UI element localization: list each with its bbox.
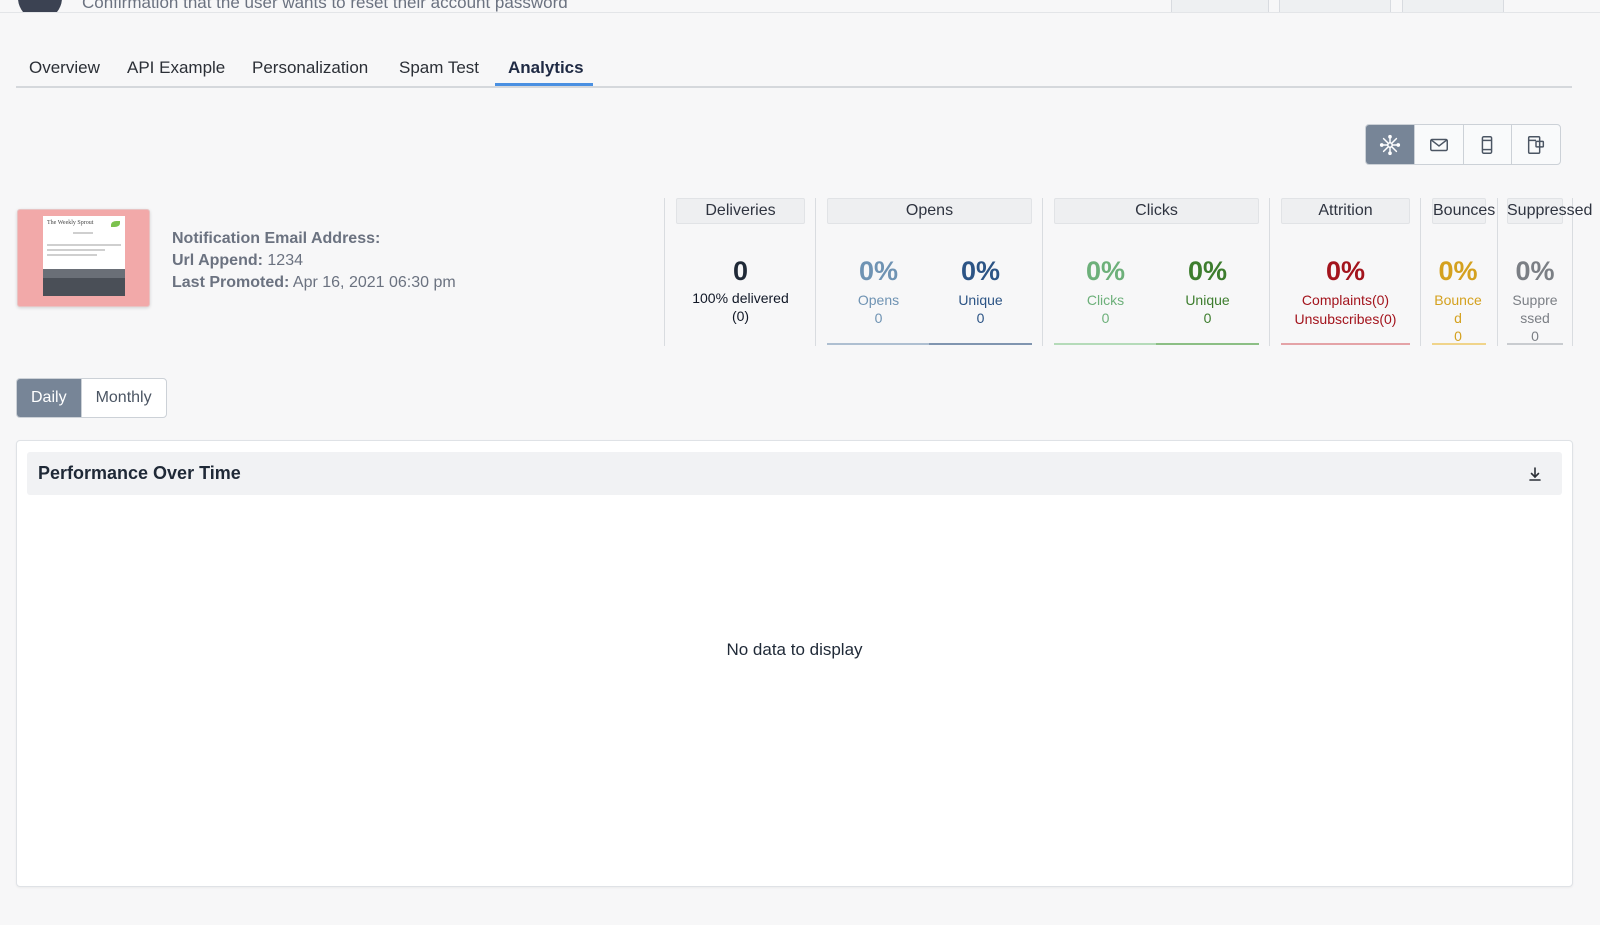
header-action-button-3[interactable] xyxy=(1402,0,1504,12)
monthly-button[interactable]: Monthly xyxy=(82,379,166,417)
bounces-underline xyxy=(1432,343,1486,345)
tab-spam-test[interactable]: Spam Test xyxy=(399,58,479,78)
performance-panel: Performance Over Time No data to display xyxy=(16,440,1573,887)
notification-email-row: Notification Email Address: xyxy=(172,228,456,250)
panel-title: Performance Over Time xyxy=(38,463,241,483)
mobile-icon xyxy=(1482,135,1493,154)
page-header: Confirmation that the user wants to rese… xyxy=(0,0,1600,13)
bounces-label-line2: d xyxy=(1454,310,1462,326)
daily-button[interactable]: Daily xyxy=(17,379,82,417)
header-action-button-2[interactable] xyxy=(1279,0,1391,12)
attrition-value: 0% xyxy=(1325,256,1366,286)
tab-overview[interactable]: Overview xyxy=(29,58,100,78)
suppressed-header-label: Suppressed xyxy=(1507,202,1593,219)
view-toggle xyxy=(1365,124,1561,165)
view-mobile-button[interactable] xyxy=(1464,125,1513,164)
thumbnail-social-bar xyxy=(43,269,125,278)
url-append-value: 1234 xyxy=(267,252,303,269)
last-promoted-value: Apr 16, 2021 06:30 pm xyxy=(292,274,456,291)
thumbnail-line xyxy=(47,254,97,256)
unsubscribes-label: Unsubscribes(0) xyxy=(1294,311,1397,327)
suppressed-label-line2: ssed xyxy=(1520,310,1550,326)
leaf-logo-icon xyxy=(111,221,120,227)
divider xyxy=(815,198,816,346)
desktop-icon xyxy=(1528,135,1545,154)
view-email-button[interactable] xyxy=(1415,125,1464,164)
thumbnail-title: The Weekly Sprout xyxy=(47,220,94,226)
opens-header: Opens xyxy=(827,198,1032,224)
last-promoted-label: Last Promoted: xyxy=(172,274,290,291)
divider xyxy=(1497,198,1498,346)
url-append-label: Url Append: xyxy=(172,252,263,269)
template-description: Confirmation that the user wants to rese… xyxy=(82,0,568,12)
deliveries-label: 100% delivered xyxy=(692,290,789,306)
complaints-label: Complaints(0) xyxy=(1301,292,1390,308)
attrition-header: Attrition xyxy=(1281,198,1410,224)
suppressed-value: 0% xyxy=(1515,256,1555,286)
divider xyxy=(1420,198,1421,346)
bounces-header: Bounces xyxy=(1432,198,1495,224)
template-info: Notification Email Address: Url Append: … xyxy=(172,228,456,294)
header-action-button-1[interactable] xyxy=(1171,0,1269,12)
divider xyxy=(1269,198,1270,346)
deliveries-count: (0) xyxy=(731,308,750,324)
last-promoted-row: Last Promoted: Apr 16, 2021 06:30 pm xyxy=(172,272,456,294)
envelope-icon xyxy=(1429,138,1448,151)
template-avatar xyxy=(18,0,62,12)
view-desktop-button[interactable] xyxy=(1512,125,1560,164)
opens-total-count: 0 xyxy=(874,310,883,326)
clicks-total-value: 0% xyxy=(1085,256,1126,286)
period-toggle: Daily Monthly xyxy=(16,378,167,418)
tab-personalization[interactable]: Personalization xyxy=(252,58,368,78)
clicks-unique-underline xyxy=(1156,343,1259,345)
clicks-unique-count: 0 xyxy=(1203,310,1212,326)
thumbnail-line xyxy=(47,249,105,251)
opens-total-label: Opens xyxy=(857,292,900,308)
url-append-row: Url Append: 1234 xyxy=(172,250,456,272)
deliveries-header: Deliveries xyxy=(676,198,805,224)
clicks-total-count: 0 xyxy=(1101,310,1110,326)
tab-analytics[interactable]: Analytics xyxy=(508,58,584,78)
no-data-message: No data to display xyxy=(726,640,863,659)
suppressed-label-line1: Suppre xyxy=(1512,292,1558,308)
network-icon xyxy=(1379,134,1400,155)
divider xyxy=(664,198,665,346)
bounces-value: 0% xyxy=(1438,256,1478,286)
email-thumbnail[interactable]: The Weekly Sprout xyxy=(17,209,150,307)
opens-unique-underline xyxy=(929,343,1032,345)
clicks-unique-label: Unique xyxy=(1185,292,1230,308)
divider xyxy=(1042,198,1043,346)
clicks-header: Clicks xyxy=(1054,198,1259,224)
clicks-total-label: Clicks xyxy=(1086,292,1125,308)
view-network-button[interactable] xyxy=(1366,125,1415,164)
tab-bar: Overview API Example Personalization Spa… xyxy=(16,52,1572,88)
opens-unique-value: 0% xyxy=(960,256,1001,286)
notification-email-label: Notification Email Address: xyxy=(172,230,381,247)
tab-api-example[interactable]: API Example xyxy=(127,58,225,78)
opens-total-value: 0% xyxy=(858,256,899,286)
thumbnail-footer xyxy=(43,278,125,296)
deliveries-value: 0 xyxy=(732,256,749,286)
clicks-total-underline xyxy=(1054,343,1157,345)
attrition-underline xyxy=(1281,343,1410,345)
opens-unique-count: 0 xyxy=(976,310,985,326)
thumbnail-line xyxy=(73,232,93,234)
panel-header: Performance Over Time xyxy=(27,452,1562,495)
thumbnail-line xyxy=(47,244,121,246)
suppressed-underline xyxy=(1507,343,1563,345)
bounces-label-line1: Bounce xyxy=(1434,292,1482,308)
opens-unique-label: Unique xyxy=(958,292,1003,308)
download-icon[interactable] xyxy=(1526,465,1544,483)
clicks-unique-value: 0% xyxy=(1187,256,1228,286)
opens-total-underline xyxy=(827,343,930,345)
active-tab-indicator xyxy=(495,83,593,86)
email-preview-image: The Weekly Sprout xyxy=(43,216,125,296)
